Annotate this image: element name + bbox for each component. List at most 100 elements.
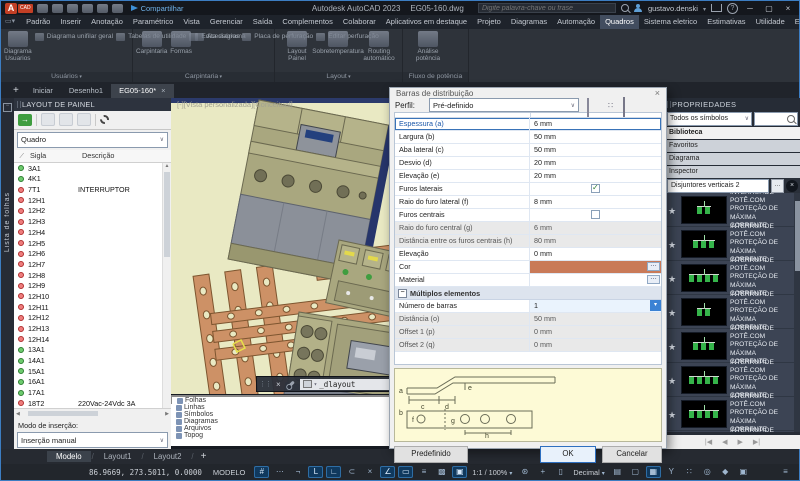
document-tab[interactable]: EG05-160* [111,84,174,98]
units-dropdown[interactable]: Decimal [571,468,606,477]
component-row[interactable]: 14A1 [14,355,171,366]
status-toggle-icon[interactable]: ▦ [646,466,661,478]
symbol-list-item[interactable]: INTERRUP.DE POTÊ.COM PROTEÇÃO DE MÁXIMA … [664,329,800,363]
property-row[interactable]: Elevação (e) 20 mm ▾ [395,170,661,183]
import-profile-button[interactable]: ∷ [604,99,617,112]
scroll-up-icon[interactable]: ▲ [163,163,171,170]
property-value-cell[interactable]: ▾ [530,261,661,273]
column-descricao[interactable]: Descrição [82,151,114,160]
symbol-search-input[interactable] [754,112,798,126]
status-toggle-icon[interactable]: + [535,466,550,478]
search-input[interactable] [478,3,616,13]
scroll-right-icon[interactable]: ▶ [165,411,169,417]
customize-statusbar-icon[interactable]: ≡ [778,466,793,478]
status-toggle-icon[interactable]: ◎ [700,466,715,478]
vertical-scrollbar[interactable]: ▲ [162,163,171,408]
property-row[interactable]: Elevação 0 mm ▾ [395,248,661,261]
ribbon-tab[interactable]: Anotação [86,15,128,29]
favorite-star-icon[interactable] [666,303,678,321]
component-row[interactable]: 7T1 INTERRUPTOR [14,184,171,195]
symbol-list-item[interactable]: INTERRUP.DE POTÊ.COM PROTEÇÃO DE MÁXIMA … [664,295,800,329]
new-profile-button[interactable] [585,99,598,112]
insert-component-button[interactable]: → [18,114,32,126]
ribbon-tab[interactable]: Saída [248,15,278,29]
dialog-close-icon[interactable]: × [655,88,660,98]
delete-profile-button[interactable] [623,99,636,112]
favorite-star-icon[interactable] [666,269,678,287]
property-value-cell[interactable]: 0 mm ▾ [530,339,661,351]
component-row[interactable]: 13A1 [14,345,171,356]
property-row[interactable]: Aba lateral (c) 50 mm ▾ [395,144,661,157]
close-button[interactable]: × [781,4,795,13]
component-list-header[interactable]: ∕ Sigla Descrição [14,150,171,163]
property-value-cell[interactable]: 6 mm ▾ [530,222,661,234]
ribbon-button[interactable]: Layout Painel [278,31,316,70]
sheet-list-strip[interactable]: − Lista de folhas [1,98,14,449]
symbol-list-item[interactable]: INTERRUP.DE POTÊ.COM PROTEÇÃO DE MÁXIMA … [664,431,800,432]
property-row[interactable]: Raio do furo central (g) 6 mm ▾ [395,222,661,235]
palette-tool-icon[interactable] [77,113,91,126]
ribbon-tab[interactable]: Aplicativos em destaque [381,15,472,29]
favorite-star-icon[interactable] [666,235,678,253]
command-close-icon[interactable]: × [273,380,284,389]
status-toggle-icon[interactable]: ◆ [718,466,733,478]
property-value-cell[interactable]: 20 mm ▾ [530,170,661,182]
panel-filter-dropdown[interactable]: Quadro ∨ [17,132,168,148]
status-toggle-icon[interactable]: Y [664,466,679,478]
ellipsis-button[interactable] [647,275,660,284]
status-toggle-icon[interactable]: ▣ [452,466,467,478]
last-page-icon[interactable]: ▶| [753,438,760,446]
profile-dropdown[interactable]: Pré-definido ∨ [429,98,579,112]
ok-button[interactable]: OK [540,446,596,463]
first-page-icon[interactable]: |◀ [705,438,712,446]
ellipsis-button[interactable] [647,262,660,271]
status-toggle-icon[interactable]: ▭ [398,466,413,478]
ribbon-button[interactable]: Carpintaria [136,31,167,70]
status-toggle-icon[interactable]: ▯ [553,466,568,478]
property-value-cell[interactable]: 80 mm ▾ [530,235,661,247]
command-tools-icon[interactable] [287,380,295,388]
new-file-icon[interactable] [37,4,48,13]
property-value-cell[interactable]: 0 mm ▾ [530,326,661,338]
component-row[interactable]: 12H10 [14,291,171,302]
horizontal-scrollbar[interactable]: ◀ ▶ [14,408,171,418]
status-toggle-icon[interactable]: ¬ [290,466,305,478]
property-row[interactable]: Offset 2 (q) 0 mm ▾ [395,339,661,352]
favorite-star-icon[interactable] [666,405,678,423]
property-value-cell[interactable]: 50 mm ▾ [530,131,661,143]
insert-mode-dropdown[interactable]: Inserção manual ∨ [17,432,168,448]
status-toggle-icon[interactable]: ▣ [736,466,751,478]
zoom-level[interactable]: 1:1 / 100% [470,468,514,477]
status-toggle-icon[interactable]: # [254,466,269,478]
component-row[interactable]: 12H12 [14,312,171,323]
status-toggle-icon[interactable]: ⊂ [344,466,359,478]
component-row[interactable]: 12H2 [14,206,171,217]
ribbon-group-title[interactable]: Usuários [1,72,132,82]
plot-icon[interactable] [82,4,93,13]
checkbox[interactable] [591,210,600,219]
status-toggle-icon[interactable]: ≡ [416,466,431,478]
ribbon-tab[interactable]: Colaborar [338,15,381,29]
symbol-list-item[interactable]: INTERRUP.DE POTÊ.COM PROTEÇÃO DE MÁXIMA … [664,261,800,295]
status-toggle-icon[interactable]: ▢ [628,466,643,478]
settings-gear-icon[interactable] [100,115,109,124]
close-tab-icon[interactable] [161,86,165,95]
status-toggle-icon[interactable]: ∷ [682,466,697,478]
ribbon-tab[interactable]: Vista [178,15,205,29]
properties-title[interactable]: PROPRIEDADES [664,98,800,111]
component-row[interactable]: 12H1 [14,195,171,206]
ribbon-tab[interactable]: Diagramas [506,15,552,29]
component-row[interactable]: 12H14 [14,334,171,345]
cancel-button[interactable]: Cancelar [602,446,662,463]
property-value-cell[interactable]: 1 ▾ [530,300,661,312]
property-row[interactable]: Furos laterais ▾ [395,183,661,196]
ribbon-button[interactable]: Análise potência [406,31,450,70]
property-row[interactable]: Offset 1 (p) 0 mm ▾ [395,326,661,339]
sort-icon[interactable]: ∕ [14,151,30,160]
ribbon-button[interactable]: Diagrama Usuarios [4,31,32,70]
ribbon-tab[interactable]: Gerenciar [205,15,248,29]
symbol-filter-dropdown[interactable]: Todos os símbolos ∨ [667,112,752,126]
ribbon-tab[interactable]: Inserir [55,15,86,29]
ribbon-button[interactable]: Routing automático [360,31,398,70]
ribbon-tab[interactable]: Projeto [472,15,506,29]
